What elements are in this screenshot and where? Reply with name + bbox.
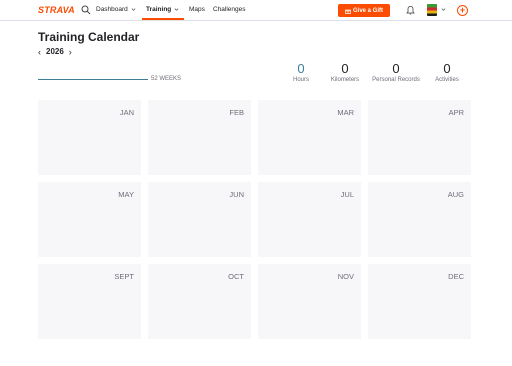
give-a-gift-label: Give a Gift — [352, 7, 383, 14]
stat-value: 0 — [341, 61, 349, 76]
stat-activities: 0 Activities — [430, 61, 464, 83]
month-label: JAN — [119, 108, 134, 117]
month-label: DEC — [448, 272, 464, 281]
bell-icon[interactable] — [406, 5, 415, 15]
month-card-may[interactable]: MAY — [38, 182, 141, 257]
year-label: 2026 — [46, 47, 64, 56]
month-label: APR — [448, 108, 464, 117]
month-card-mar[interactable]: MAR — [258, 100, 361, 175]
avatar[interactable] — [427, 4, 437, 16]
nav-dashboard-label: Dashboard — [96, 6, 128, 13]
month-label: SEPT — [114, 272, 134, 281]
month-card-feb[interactable]: FEB — [148, 100, 251, 175]
nav-training[interactable]: Training — [146, 6, 179, 13]
stat-value: 0 — [297, 61, 305, 76]
month-card-jun[interactable]: JUN — [148, 182, 251, 257]
chevron-down-icon — [131, 8, 136, 11]
month-card-apr[interactable]: APR — [368, 100, 471, 175]
nav-challenges[interactable]: Challenges — [213, 6, 246, 13]
stat-kilometers: 0 Kilometers — [326, 61, 364, 83]
month-card-oct[interactable]: OCT — [148, 264, 251, 339]
nav-maps-label: Maps — [189, 6, 205, 13]
nav-training-label: Training — [146, 6, 172, 13]
month-card-sept[interactable]: SEPT — [38, 264, 141, 339]
nav-maps[interactable]: Maps — [189, 6, 205, 13]
active-tab-indicator — [142, 18, 184, 20]
month-label: AUG — [447, 190, 464, 199]
gift-icon — [345, 9, 351, 14]
stat-value: 0 — [443, 61, 451, 76]
nav-challenges-label: Challenges — [213, 6, 246, 13]
month-label: JUN — [229, 190, 244, 199]
nav-dashboard[interactable]: Dashboard — [96, 6, 136, 13]
year-selector: ‹ 2026 › — [38, 47, 72, 56]
month-label: JUL — [340, 190, 354, 199]
stat-label: Kilometers — [330, 77, 360, 83]
month-card-nov[interactable]: NOV — [258, 264, 361, 339]
weeks-progress-bar — [38, 79, 148, 80]
give-a-gift-button[interactable]: Give a Gift — [338, 4, 390, 17]
month-label: NOV — [337, 272, 354, 281]
search-icon[interactable] — [81, 5, 91, 15]
weeks-label: 52 WEEKS — [151, 76, 182, 82]
stat-label: Personal Records — [372, 77, 420, 83]
add-icon[interactable]: + — [457, 5, 468, 16]
next-year-icon[interactable]: › — [69, 47, 72, 56]
stat-label: Hours — [292, 77, 309, 83]
strava-logo[interactable]: STRAVA — [38, 5, 75, 15]
chevron-down-icon — [174, 8, 179, 11]
stat-personal-records: 0 Personal Records — [368, 61, 424, 83]
stat-hours: 0 Hours — [283, 61, 319, 83]
stat-value: 0 — [392, 61, 400, 76]
month-label: MAY — [118, 190, 134, 199]
page-title: Training Calendar — [38, 30, 140, 44]
month-label: FEB — [229, 108, 244, 117]
month-label: MAR — [337, 108, 354, 117]
chevron-down-icon[interactable] — [441, 7, 446, 12]
prev-year-icon[interactable]: ‹ — [38, 47, 41, 56]
month-card-aug[interactable]: AUG — [368, 182, 471, 257]
month-card-jul[interactable]: JUL — [258, 182, 361, 257]
month-label: OCT — [228, 272, 244, 281]
top-nav: STRAVA Dashboard Training Maps Challenge… — [0, 0, 512, 21]
stat-label: Activities — [435, 77, 459, 83]
month-card-jan[interactable]: JAN — [38, 100, 141, 175]
month-card-dec[interactable]: DEC — [368, 264, 471, 339]
